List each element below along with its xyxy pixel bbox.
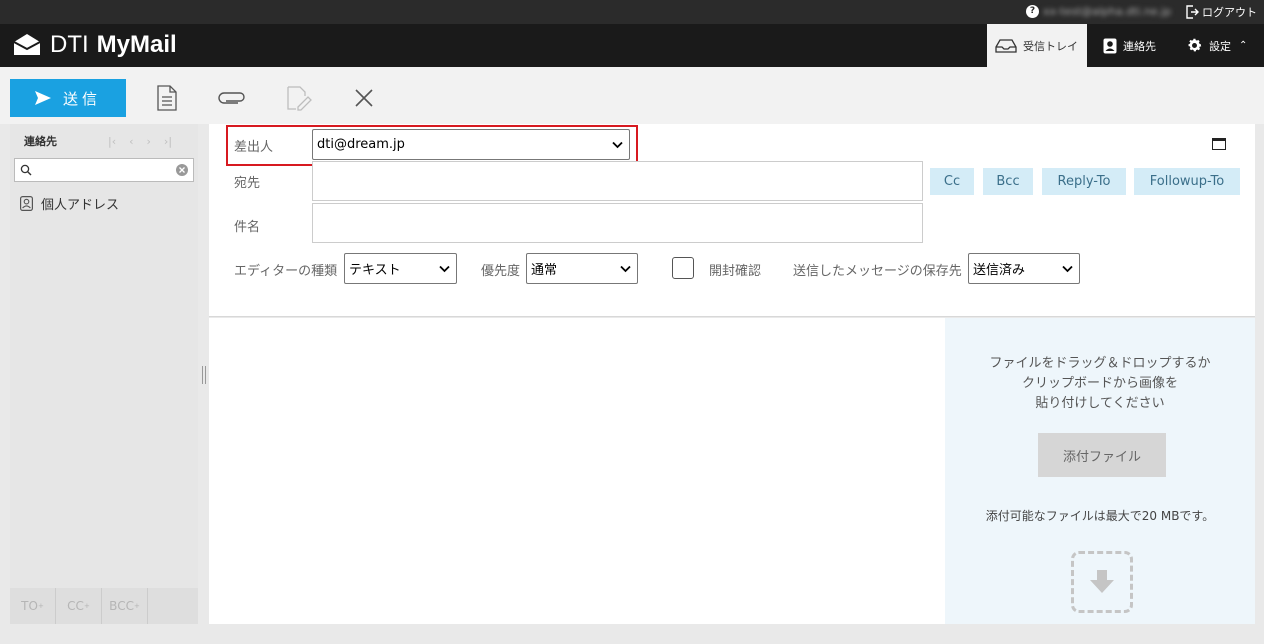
nav-contacts[interactable]: 連絡先 [1095,24,1175,67]
account-address: xx-test@alpha.dti.ne.jp [1043,5,1172,18]
contact-search-box [14,158,194,182]
chevron-down-icon [1062,265,1073,272]
template-button[interactable] [152,83,182,113]
priority-value: 通常 [531,263,558,278]
attachment-drop-zone[interactable]: ファイルをドラッグ＆ドロップするか クリップボードから画像を 貼り付けしてくださ… [945,318,1255,624]
subject-label: 件名 [234,220,261,235]
paperclip-icon [218,92,245,104]
contacts-sidebar: 連絡先 |‹ ‹ › ›| 個人アドレス TO + CC + BCC + [10,124,198,624]
help-icon[interactable]: ? [1026,5,1039,18]
chevron-down-icon [439,265,450,272]
followup-to-button[interactable]: Followup-To [1134,168,1240,195]
next-page-icon[interactable]: › [147,135,151,148]
first-page-icon[interactable]: |‹ [108,135,116,148]
nav-contacts-label: 連絡先 [1123,39,1156,53]
document-icon [157,85,177,111]
to-field[interactable] [312,161,923,201]
drop-instructions: ファイルをドラッグ＆ドロップするか クリップボードから画像を 貼り付けしてくださ… [945,354,1255,414]
contacts-icon [1103,38,1117,53]
brand-text-light: DTI [50,31,89,58]
drop-target-icon [1071,551,1133,613]
editor-type-value: テキスト [349,263,401,278]
priority-label: 優先度 [481,264,521,279]
from-value: dti@dream.jp [317,137,405,152]
to-label: 宛先 [234,176,261,191]
add-cc-label: CC [67,599,84,613]
subject-field[interactable] [312,203,923,243]
message-body-editor[interactable] [209,318,945,624]
app-header: DTI MyMail 受信トレイ 連絡先 設定 ⌃ [0,24,1264,67]
last-page-icon[interactable]: ›| [164,135,172,148]
add-cc-button[interactable]: CC + [56,588,102,624]
editor-type-label: エディターの種類 [234,264,338,279]
send-button[interactable]: 送信 [10,79,126,117]
compose-toolbar: 送信 [0,67,1264,124]
save-sent-label: 送信したメッセージの保存先 [793,264,962,279]
sidebar-pager: |‹ ‹ › ›| [108,135,172,148]
nav-inbox[interactable]: 受信トレイ [987,24,1087,67]
signature-button[interactable] [284,83,314,113]
mail-logo-icon [13,34,41,55]
edit-document-icon [287,86,312,111]
chevron-down-icon [620,265,631,272]
chevron-up-icon[interactable]: ⌃ [1239,40,1247,51]
add-bcc-label: BCC [109,599,134,613]
read-receipt-checkbox[interactable] [672,257,694,279]
attach-file-button[interactable]: 添付ファイル [1038,433,1166,477]
priority-select[interactable]: 通常 [526,253,638,284]
nav-inbox-label: 受信トレイ [1023,39,1078,53]
address-book-label: 個人アドレス [41,198,120,213]
gear-icon [1188,38,1202,52]
recipient-button-spacer [148,588,198,624]
drop-instructions-line1: ファイルをドラッグ＆ドロップするか [989,356,1211,371]
add-bcc-button[interactable]: BCC + [102,588,148,624]
drop-instructions-line3: 貼り付けしてください [1035,396,1165,411]
drop-instructions-line2: クリップボードから画像を [1021,376,1178,391]
contact-search-input[interactable] [37,161,167,179]
send-button-label: 送信 [62,90,101,108]
from-label: 差出人 [234,140,274,155]
bottom-strip [0,624,1264,644]
download-arrow-icon [1090,570,1114,593]
address-book-personal[interactable]: 個人アドレス [20,194,119,213]
top-bar: ? xx-test@alpha.dti.ne.jp ログアウト [0,0,1264,24]
chevron-down-icon [612,141,623,148]
nav-settings[interactable]: 設定 ⌃ [1178,24,1264,67]
editor-type-select[interactable]: テキスト [344,253,457,284]
save-sent-select[interactable]: 送信済み [968,253,1080,284]
prev-page-icon[interactable]: ‹ [129,135,133,148]
recipient-buttons: TO + CC + BCC + [10,588,198,624]
search-icon [20,164,32,176]
read-receipt-label: 開封確認 [709,264,762,279]
close-icon [355,89,373,107]
bcc-button[interactable]: Bcc [983,168,1033,195]
brand-text-bold: MyMail [96,31,177,58]
logout-icon [1186,5,1199,19]
save-sent-value: 送信済み [973,263,1026,278]
brand-logo[interactable]: DTI MyMail [12,31,177,59]
attachment-size-limit: 添付可能なファイルは最大で20 MBです。 [985,509,1215,523]
add-to-label: TO [21,599,38,613]
attach-toolbar-button[interactable] [217,83,247,113]
inbox-icon [995,38,1017,53]
cc-button[interactable]: Cc [930,168,974,195]
sidebar-title: 連絡先 [24,135,57,148]
discard-button[interactable] [349,83,379,113]
address-book-icon [20,196,33,211]
maximize-icon[interactable] [1212,138,1226,150]
clear-search-icon[interactable] [175,163,189,177]
compose-form: 差出人 dti@dream.jp 宛先 Cc Bcc Reply-To Foll… [209,124,1255,317]
logout-link[interactable]: ログアウト [1185,4,1257,20]
from-select[interactable]: dti@dream.jp [312,129,630,160]
reply-to-button[interactable]: Reply-To [1042,168,1126,195]
send-icon [34,91,51,105]
add-to-button[interactable]: TO + [10,588,56,624]
sidebar-resize-handle[interactable] [202,366,206,384]
nav-settings-label: 設定 [1209,39,1231,53]
logout-label: ログアウト [1202,6,1257,19]
